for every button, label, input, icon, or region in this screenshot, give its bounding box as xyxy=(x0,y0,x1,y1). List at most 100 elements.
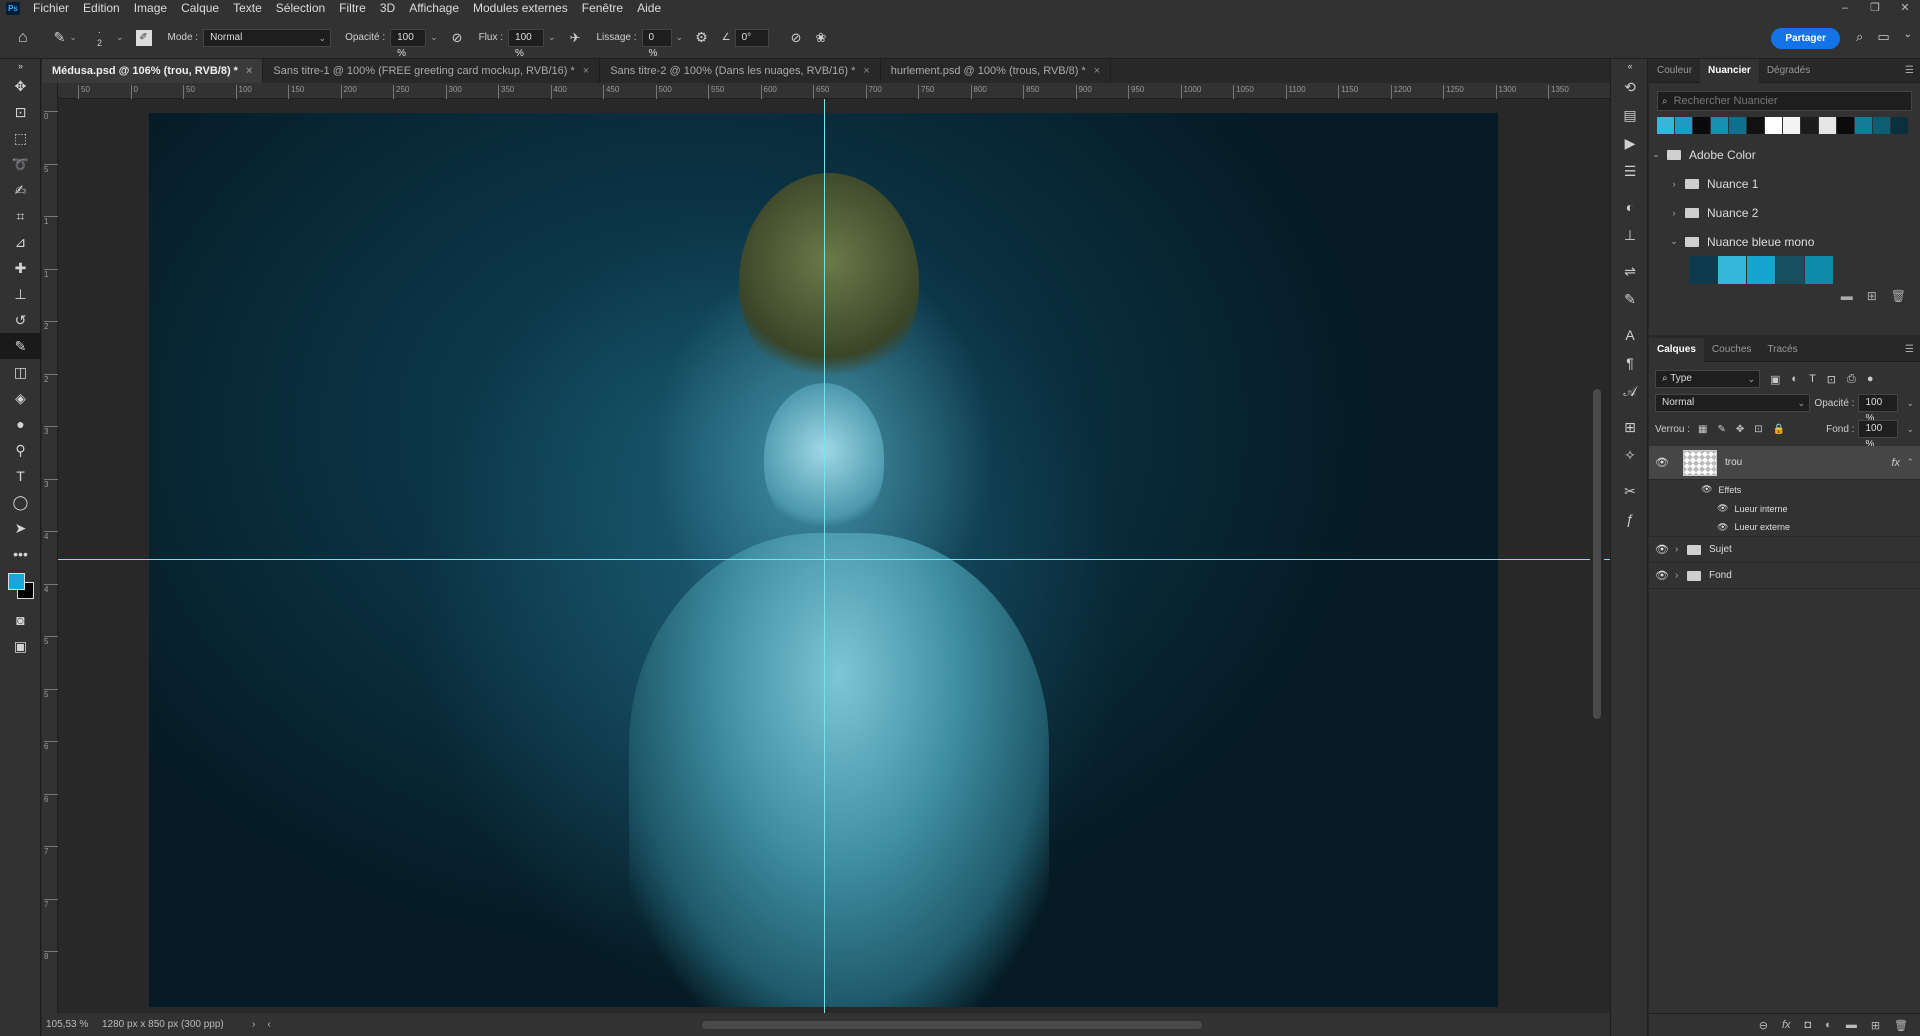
menu-calque[interactable]: Calque xyxy=(174,0,226,17)
filter-smart-object-icon[interactable]: ⎙ xyxy=(1847,373,1856,386)
swatch[interactable] xyxy=(1819,117,1836,134)
filter-pixel-icon[interactable]: ▣ xyxy=(1770,373,1780,386)
filter-adjustment-icon[interactable]: ◐ xyxy=(1791,373,1798,386)
clone-source-icon[interactable]: ⊞ xyxy=(1611,413,1649,441)
properties-icon[interactable]: ⇌ xyxy=(1611,257,1649,285)
styles-icon[interactable]: ƒ xyxy=(1611,505,1649,533)
more-tools-icon[interactable]: ••• xyxy=(0,541,41,567)
link-icon[interactable]: ⊖ xyxy=(1759,1019,1768,1032)
tool-presets-icon[interactable]: ✂ xyxy=(1611,477,1649,505)
swatch[interactable] xyxy=(1689,256,1717,284)
layer-name[interactable]: Fond xyxy=(1709,570,1732,581)
new-layer-icon[interactable]: ⊞ xyxy=(1871,1019,1880,1032)
symmetry-icon[interactable]: ❀ xyxy=(816,30,827,46)
eye-icon[interactable]: 👁 xyxy=(1701,484,1712,495)
menu-image[interactable]: Image xyxy=(127,0,174,17)
chevron-right-icon[interactable]: › xyxy=(1667,179,1681,189)
menu-modules-externes[interactable]: Modules externes xyxy=(466,0,575,17)
new-group-icon[interactable]: ▬ xyxy=(1841,289,1853,303)
mode-select[interactable]: Normal ⌄ xyxy=(203,28,332,47)
swatch[interactable] xyxy=(1729,117,1746,134)
gear-icon[interactable]: ⚙ xyxy=(695,29,708,46)
marquee-tool-icon[interactable]: ⬚ xyxy=(0,125,41,151)
minimize-icon[interactable]: – xyxy=(1830,0,1860,17)
quick-mask-icon[interactable]: ◙ xyxy=(0,607,41,633)
brush-tool-icon[interactable]: ✎ xyxy=(54,29,66,46)
chevron-right-icon[interactable]: › xyxy=(1667,208,1681,218)
tab-hurlement[interactable]: hurlement.psd @ 100% (trous, RVB/8) * × xyxy=(881,59,1112,83)
lock-pixels-icon[interactable]: ✎ xyxy=(1717,424,1725,435)
swatch[interactable] xyxy=(1776,256,1804,284)
adjustment-layer-icon[interactable]: ◐ xyxy=(1825,1019,1832,1031)
angle-input[interactable]: 0° xyxy=(734,28,769,47)
tab-couches[interactable]: Couches xyxy=(1704,338,1759,362)
layer-name[interactable]: trou xyxy=(1725,457,1742,468)
panel-menu-icon[interactable]: ☰ xyxy=(1905,65,1914,76)
bucket-tool-icon[interactable]: ◈ xyxy=(0,385,41,411)
layer-fond[interactable]: 👁 › Fond xyxy=(1649,563,1920,589)
pressure-opacity-icon[interactable]: ⊘ xyxy=(452,30,463,46)
chevron-up-icon[interactable]: ⌃ xyxy=(1906,457,1914,468)
new-group-icon[interactable]: ▬ xyxy=(1846,1019,1857,1031)
brush-settings-icon[interactable]: ✎ xyxy=(1611,285,1649,313)
tab-medusa[interactable]: Médusa.psd @ 106% (trou, RVB/8) * × xyxy=(42,59,264,83)
tab-calques[interactable]: Calques xyxy=(1649,337,1704,362)
tab-nuancier[interactable]: Nuancier xyxy=(1700,58,1759,83)
trash-icon[interactable]: 🗑 xyxy=(1894,1019,1908,1032)
stamp-source-icon[interactable]: ⊥ xyxy=(1611,221,1649,249)
chevron-right-icon[interactable]: › xyxy=(1675,544,1687,555)
swatch[interactable] xyxy=(1801,117,1818,134)
zoom-level[interactable]: 105,53 % xyxy=(42,1019,102,1030)
flow-input[interactable]: 100 % xyxy=(508,28,545,59)
swatch[interactable] xyxy=(1675,117,1692,134)
eye-icon[interactable]: 👁 xyxy=(1717,522,1728,533)
airbrush-icon[interactable]: ✈ xyxy=(570,30,581,46)
collapse-icon[interactable]: « xyxy=(1611,59,1649,73)
collapse-icon[interactable]: » xyxy=(0,59,41,73)
swatch-group-nuance-1[interactable]: › Nuance 1 xyxy=(1649,169,1920,198)
blur-tool-icon[interactable]: ● xyxy=(0,411,41,437)
vertical-scrollbar[interactable] xyxy=(1590,99,1604,1013)
filter-shape-icon[interactable]: ⊡ xyxy=(1827,373,1836,386)
crop-tool-icon[interactable]: ⌗ xyxy=(0,203,41,229)
type-tool-icon[interactable]: T xyxy=(0,463,41,489)
menu-3d[interactable]: 3D xyxy=(373,0,402,17)
artboard-tool-icon[interactable]: ⊡ xyxy=(0,99,41,125)
menu-fenetre[interactable]: Fenêtre xyxy=(575,0,630,17)
vertical-guide[interactable] xyxy=(824,99,825,1013)
eye-icon[interactable]: 👁 xyxy=(1649,456,1675,469)
canvas-area[interactable] xyxy=(58,99,1632,1013)
color-swatches[interactable] xyxy=(0,567,40,607)
chevron-right-icon[interactable]: › xyxy=(1675,570,1687,581)
tab-couleur[interactable]: Couleur xyxy=(1649,59,1700,83)
chevron-down-icon[interactable]: ⌄ xyxy=(676,32,684,43)
screen-mode-icon[interactable]: ▣ xyxy=(0,633,41,659)
close-icon[interactable]: × xyxy=(863,65,869,77)
history-icon[interactable]: ⟲ xyxy=(1611,73,1649,101)
character-icon[interactable]: A xyxy=(1611,321,1649,349)
close-icon[interactable]: ✕ xyxy=(1890,0,1920,17)
paragraph-icon[interactable]: ¶ xyxy=(1611,349,1649,377)
tab-traces[interactable]: Tracés xyxy=(1759,338,1805,362)
swatch-group-nuance-2[interactable]: › Nuance 2 xyxy=(1649,198,1920,227)
effects-row[interactable]: 👁 Effets xyxy=(1649,480,1920,499)
lasso-tool-icon[interactable]: ➰ xyxy=(0,151,41,177)
swatch[interactable] xyxy=(1718,256,1746,284)
color-wheel-icon[interactable]: ◐ xyxy=(1611,193,1649,221)
effect-lueur-externe[interactable]: 👁 Lueur externe xyxy=(1649,518,1920,537)
layer-thumbnail[interactable] xyxy=(1683,449,1717,476)
lock-position-icon[interactable]: ✥ xyxy=(1736,424,1744,435)
menu-fichier[interactable]: Fichier xyxy=(26,0,76,17)
vertical-ruler[interactable]: 0 5 1 1 2 2 3 3 4 4 5 5 6 6 7 7 8 xyxy=(42,83,58,1013)
chevron-down-icon[interactable]: ⌄ xyxy=(548,32,556,43)
blend-mode-select[interactable]: Normal ⌄ xyxy=(1655,394,1810,412)
swatch[interactable] xyxy=(1747,117,1764,134)
chevron-down-icon[interactable]: ⌄ xyxy=(1667,236,1681,247)
opacity-input[interactable]: 100 % xyxy=(390,28,427,59)
search-icon[interactable]: ⌕ xyxy=(1856,29,1863,45)
adjustments-icon[interactable]: ☰ xyxy=(1611,157,1649,185)
close-icon[interactable]: × xyxy=(1094,65,1100,77)
horizontal-ruler[interactable]: 50 0 50 100 150 200 250 300 350 400 450 500 550 600 65… xyxy=(58,83,1632,99)
lock-transparency-icon[interactable]: ▦ xyxy=(1698,424,1707,435)
mono-swatches[interactable] xyxy=(1689,256,1920,284)
